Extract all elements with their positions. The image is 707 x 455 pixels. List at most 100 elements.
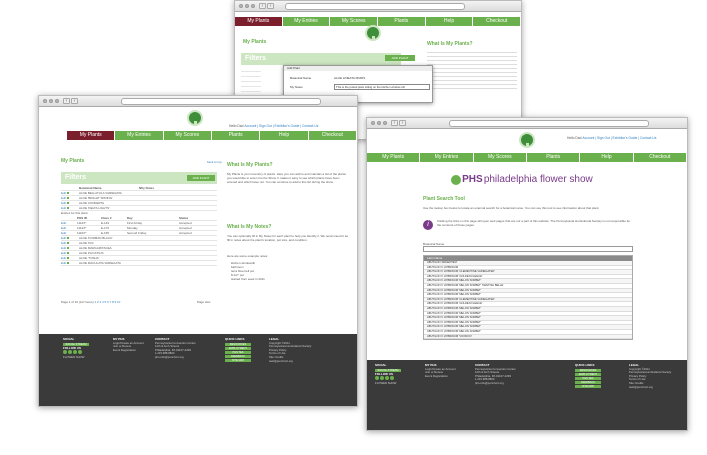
flickr-icon[interactable] [390,376,394,381]
nav-help[interactable]: Help [426,17,474,26]
footer-legal: LEGAL Copyright ©2011 Pennsylvania Horti… [269,337,312,364]
site-footer: SOCIAL SOCIAL STREAM FOLLOW US FLOWER SH… [367,360,687,430]
tree-logo-icon [519,132,535,148]
botanical-name-value: ALOE LINEATA MURIS [334,76,366,80]
nav-plants[interactable]: Plants [527,153,581,162]
nav-my-entries[interactable]: My Entries [115,131,164,140]
nav-checkout[interactable]: Checkout [309,131,357,140]
quick-link-button[interactable]: EMPLOYMENT [225,346,251,350]
footer-social: SOCIAL SOCIAL STREAM FOLLOW US FLOWER SH… [63,337,89,359]
browser-chrome: ‹ › [235,1,521,12]
tree-logo-icon [365,25,381,41]
table-row[interactable]: Edit ALOE MACULATA VARIEGATA [61,261,217,266]
main-nav: My Plants My Entries My Scores Plants He… [235,17,521,26]
quick-link-button[interactable]: SITE MAP [225,358,251,362]
side-title: What Is My Plants? [427,41,473,47]
nav-checkout[interactable]: Checkout [634,153,687,162]
back-to-top-link[interactable]: back to top [207,160,222,164]
nav-my-plants[interactable]: My Plants [235,17,283,26]
nav-my-plants[interactable]: My Plants [367,153,421,162]
plants-table: Botanical Name Nfty Notes Edit ALOE BELLA… [61,186,217,266]
footer-contact: CONTACT Pennsylvania Convention Center 1… [155,337,196,359]
page-title: My Plants [243,39,267,45]
back-arrow-icon[interactable]: ‹ [259,3,266,9]
footer-contact: CONTACT Pennsylvania Convention Center 1… [475,363,516,385]
page-size[interactable]: Page size: [197,300,211,304]
pager[interactable]: Page 1 of 10 (117 items) 1 2 3 4 5 6 7 8… [61,300,120,304]
examples-list: kitchen windowsill bathroom terra blue b… [231,261,265,281]
right-browser-window: ‹ › Hello Dad Account | Sign Out | Exhib… [366,117,688,431]
side-title: What Is My Plants? [227,162,273,168]
search-input[interactable] [423,246,633,252]
quick-link-button[interactable]: PHS TEA [575,376,601,380]
nav-my-entries[interactable]: My Entries [420,153,474,162]
facebook-icon[interactable] [63,350,67,355]
nav-help[interactable]: Help [580,153,634,162]
footer-link[interactable]: Event Registration [113,348,144,353]
flickr-icon[interactable] [78,350,82,355]
page-title: My Plants [61,158,85,164]
hello-text: Hello Dad [229,124,244,128]
quick-link-button[interactable]: FEEDBACK [225,354,251,358]
my-notes-label: My Notes [290,85,303,89]
nav-plants[interactable]: Plants [212,131,261,140]
forward-arrow-icon[interactable]: › [71,98,78,104]
nav-plants[interactable]: Plants [378,17,426,26]
footer-quick-links: QUICK LINKS RESOURCES EMPLOYMENT PHS TEA… [225,337,251,363]
browser-chrome: ‹ › [367,118,687,129]
footer-legal: LEGAL Copyright ©2011 Pennsylvania Horti… [629,363,672,390]
back-arrow-icon[interactable]: ‹ [391,120,398,126]
footer-my-phs: MY PHS Login/Create an Account Join or R… [113,337,144,353]
facebook-icon[interactable] [375,376,379,381]
footer-link[interactable]: web@pennhort.org [269,359,311,364]
back-arrow-icon[interactable]: ‹ [63,98,70,104]
brand-prefix: PHS [462,174,483,185]
list-item[interactable]: ABUTILON X HYBRIDUM 'VOODOO' [424,334,632,340]
nav-my-scores[interactable]: My Scores [164,131,212,140]
filters-bar: Filters [241,53,401,65]
intro-text: Use the lookup box below to locate an ex… [423,206,600,210]
phs-flower-icon [451,174,461,185]
brand-logo: PHS philadelphia flower show [451,174,593,185]
nav-checkout[interactable]: Checkout [473,17,521,26]
twitter-icon[interactable] [68,350,72,355]
footer-link[interactable]: Event Registration [425,374,456,379]
youtube-icon[interactable] [385,376,389,381]
quick-link-button[interactable]: RESOURCES [225,342,251,346]
main-nav: My Plants My Entries My Scores Plants He… [367,153,687,162]
account-links[interactable]: Account | Sign Out | Exhibitor's Guide |… [244,124,318,128]
dialog-title: Add Plant [284,66,432,71]
my-notes-input[interactable]: This is the potted plant sitting on the … [334,84,430,90]
address-bar[interactable] [449,120,649,127]
top-links: Hello Dad Account | Sign Out | Exhibitor… [229,124,318,128]
quick-link-button[interactable]: FEEDBACK [575,380,601,384]
quick-link-button[interactable]: SITE MAP [575,384,601,388]
left-browser-window: ‹ › Hello Dad Account | Sign Out | Exhib… [38,95,358,407]
forward-arrow-icon[interactable]: › [399,120,406,126]
footer-social: SOCIAL SOCIAL STREAM FOLLOW US FLOWER SH… [375,363,401,385]
add-plant-button[interactable]: ADD PLANT [187,175,215,181]
account-links[interactable]: Account | Sign Out | Exhibitor's Guide |… [582,136,656,140]
top-links: Hello Dad Account | Sign Out | Exhibitor… [567,136,656,140]
quick-link-button[interactable]: PHS TEA [225,350,251,354]
twitter-icon[interactable] [380,376,384,381]
info-icon: i [423,220,433,230]
address-bar[interactable] [121,98,321,105]
nav-my-entries[interactable]: My Entries [283,17,331,26]
side-text: My Plants is your inventory of plants. H… [227,172,346,184]
footer-quick-links: QUICK LINKS RESOURCES EMPLOYMENT PHS TEA… [575,363,601,389]
nav-help[interactable]: Help [260,131,309,140]
footer-my-phs: MY PHS Login/Create an Account Join or R… [425,363,456,379]
browser-chrome: ‹ › [39,96,357,107]
quick-link-button[interactable]: RESOURCES [575,368,601,372]
add-plant-button[interactable]: ADD PLANT [385,55,415,61]
nav-my-scores[interactable]: My Scores [474,153,527,162]
forward-arrow-icon[interactable]: › [267,3,274,9]
tree-logo-icon [187,110,203,126]
address-bar[interactable] [285,3,465,10]
quick-link-button[interactable]: EMPLOYMENT [575,372,601,376]
nav-my-plants[interactable]: My Plants [67,131,116,140]
footer-link[interactable]: web@pennhort.org [629,385,671,390]
examples-label: Here are some example notes: [227,254,269,258]
youtube-icon[interactable] [73,350,77,355]
